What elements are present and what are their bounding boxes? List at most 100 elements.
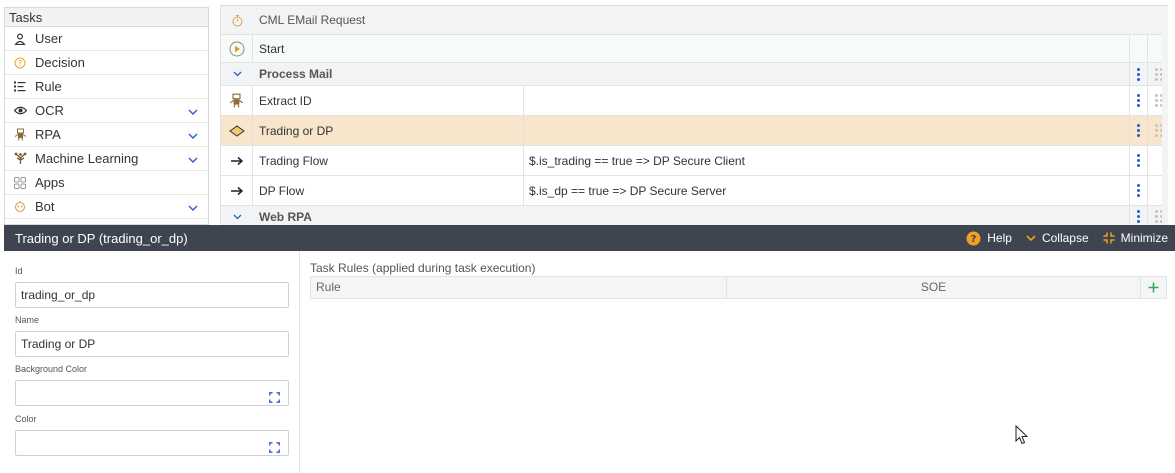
bot-icon (5, 200, 35, 213)
sidebar-item-label: User (35, 31, 63, 46)
eye-icon (5, 106, 35, 115)
row-expression (524, 63, 1129, 85)
sidebar-item-label: Apps (35, 175, 65, 190)
kebab-menu-icon[interactable] (1129, 176, 1147, 205)
kebab-menu-icon[interactable] (1129, 116, 1147, 145)
grid-row-start[interactable]: Start (221, 35, 1168, 63)
grid-row-dp-flow[interactable]: DP Flow $.is_dp == true => DP Secure Ser… (221, 176, 1168, 206)
grid-row-trading-or-dp[interactable]: Trading or DP (221, 116, 1168, 146)
sidebar-item-bot[interactable]: Bot (5, 195, 208, 219)
apps-icon (5, 176, 35, 189)
tasks-sidebar: Tasks User ? Decision Rule OCR RPA Machi… (4, 7, 209, 225)
add-rule-button[interactable] (1141, 277, 1166, 298)
background-color-input[interactable] (15, 380, 289, 406)
row-expression (524, 86, 1129, 115)
decision-icon: ? (5, 57, 35, 69)
chevron-down-icon[interactable] (221, 63, 253, 85)
sidebar-item-decision[interactable]: ? Decision (5, 51, 208, 75)
minimize-icon (1103, 232, 1115, 244)
task-rules-title: Task Rules (applied during task executio… (310, 261, 536, 275)
id-value: trading_or_dp (21, 288, 96, 302)
kebab-menu-icon[interactable] (1129, 63, 1147, 85)
row-expression (524, 35, 1129, 62)
kebab-menu-icon[interactable] (1129, 206, 1147, 225)
tree-icon (5, 152, 35, 165)
sidebar-item-apps[interactable]: Apps (5, 171, 208, 195)
group-name: Process Mail (259, 67, 333, 81)
mouse-cursor-icon (1015, 424, 1029, 448)
row-name: Trading Flow (253, 146, 524, 175)
chevron-down-icon[interactable] (188, 152, 198, 166)
sidebar-item-label: RPA (35, 127, 61, 142)
arrow-right-icon (221, 146, 253, 175)
row-expression: $.is_dp == true => DP Secure Server (529, 183, 727, 198)
background-color-label: Background Color (15, 364, 88, 374)
chevron-down-icon[interactable] (188, 128, 198, 142)
sidebar-item-label: OCR (35, 103, 64, 118)
chevron-down-icon (1026, 234, 1036, 241)
plus-icon (1148, 282, 1159, 293)
minimize-button[interactable]: Minimize (1103, 231, 1168, 245)
task-properties-form: Id trading_or_dp Name Trading or DP Back… (4, 251, 300, 473)
collapse-label: Collapse (1041, 231, 1089, 245)
detail-panel-header: Trading or DP (trading_or_dp) ? Help Col… (4, 225, 1175, 251)
color-label: Color (15, 414, 37, 424)
decision-diamond-icon (221, 116, 253, 145)
process-header-row[interactable]: CML EMail Request (221, 6, 1168, 35)
kebab-menu-icon[interactable] (1129, 86, 1147, 115)
robot-icon (221, 86, 253, 115)
color-input[interactable] (15, 430, 289, 456)
sidebar-item-label: Bot (35, 199, 55, 214)
help-button[interactable]: ? Help (966, 231, 1012, 246)
sidebar-item-rpa[interactable]: RPA (5, 123, 208, 147)
sidebar-item-ocr[interactable]: OCR (5, 99, 208, 123)
play-icon (221, 35, 253, 62)
sidebar-item-user[interactable]: User (5, 27, 208, 51)
collapse-button[interactable]: Collapse (1026, 231, 1089, 245)
column-header-soe[interactable]: SOE (727, 277, 1141, 298)
chevron-down-icon[interactable] (188, 104, 198, 118)
grid-scrollbar[interactable] (1162, 6, 1168, 225)
sidebar-item-label: Decision (35, 55, 85, 70)
process-name: CML EMail Request (259, 13, 366, 27)
task-rules-section: Task Rules (applied during task executio… (310, 262, 1167, 299)
row-name: DP Flow (253, 176, 524, 205)
svg-text:?: ? (971, 234, 977, 245)
id-label: Id (15, 266, 23, 276)
svg-text:?: ? (18, 59, 22, 68)
rule-icon (5, 81, 35, 92)
timer-icon (221, 6, 253, 34)
grid-row-extract-id[interactable]: Extract ID (221, 86, 1168, 116)
sidebar-item-machine-learning[interactable]: Machine Learning (5, 147, 208, 171)
minimize-label: Minimize (1120, 231, 1168, 245)
column-header-rule[interactable]: Rule (311, 277, 727, 298)
grid-group-web-rpa[interactable]: Web RPA (221, 206, 1168, 225)
arrow-right-icon (221, 176, 253, 205)
chevron-down-icon[interactable] (221, 206, 253, 225)
name-value: Trading or DP (21, 337, 96, 351)
name-input[interactable]: Trading or DP (15, 331, 289, 357)
sidebar-title: Tasks (5, 8, 208, 27)
task-rules-table-header: Rule SOE (310, 276, 1167, 299)
sidebar-item-label: Machine Learning (35, 151, 139, 166)
process-grid: CML EMail Request Start Process Mail Ext… (220, 5, 1168, 225)
panel-title: Trading or DP (trading_or_dp) (15, 230, 188, 246)
row-name: Extract ID (253, 86, 524, 115)
expand-icon[interactable] (269, 437, 280, 461)
user-icon (5, 32, 35, 45)
row-name: Trading or DP (253, 116, 524, 145)
group-name: Web RPA (259, 209, 312, 224)
id-input[interactable]: trading_or_dp (15, 282, 289, 308)
kebab-menu-icon[interactable] (1129, 146, 1147, 175)
grid-group-process-mail[interactable]: Process Mail (221, 63, 1168, 86)
help-label: Help (987, 231, 1012, 245)
grid-row-trading-flow[interactable]: Trading Flow $.is_trading == true => DP … (221, 146, 1168, 176)
sidebar-item-rule[interactable]: Rule (5, 75, 208, 99)
chevron-down-icon[interactable] (188, 200, 198, 214)
row-expression: $.is_trading == true => DP Secure Client (529, 153, 745, 168)
robot-icon (5, 128, 35, 141)
row-expression (524, 116, 1129, 145)
help-icon: ? (966, 231, 981, 245)
expand-icon[interactable] (269, 387, 280, 411)
row-expression (524, 206, 1129, 225)
